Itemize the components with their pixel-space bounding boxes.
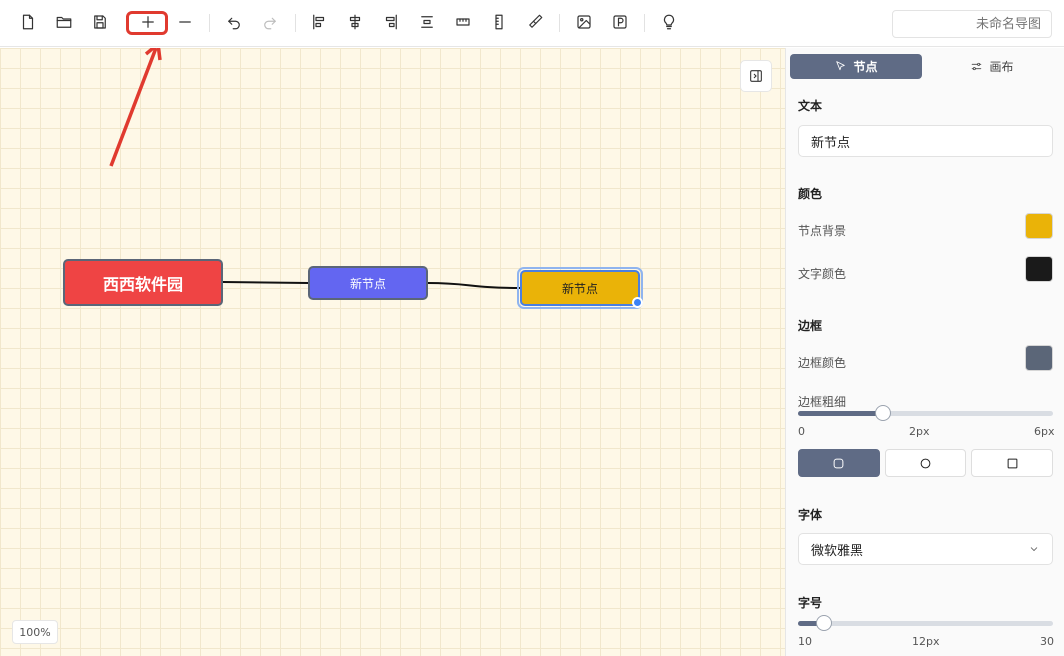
font-select-value: 微软雅黑 [811, 543, 864, 559]
sliders-icon [972, 62, 982, 71]
selected-node[interactable]: 新节点 [520, 270, 640, 306]
undo-icon[interactable] [220, 8, 248, 36]
text-color-swatch[interactable] [1025, 256, 1053, 282]
border-width-label: 边框粗细 [798, 395, 847, 409]
toggle-panel-icon[interactable] [740, 60, 772, 92]
align-center-icon[interactable] [341, 8, 369, 36]
open-folder-icon[interactable] [50, 8, 78, 36]
lightbulb-icon[interactable] [655, 8, 683, 36]
export-p-icon[interactable] [606, 8, 634, 36]
shape-circle-button[interactable] [884, 449, 967, 477]
font-size-min: 10 [798, 635, 812, 648]
border-width-value: 2px [909, 425, 930, 438]
tab-node[interactable]: 节点 [790, 54, 922, 79]
connector-line [222, 281, 309, 284]
shape-selector [798, 449, 1054, 477]
font-size-value: 12px [912, 635, 940, 648]
brush-icon[interactable] [521, 8, 549, 36]
square-icon [1007, 458, 1018, 468]
border-section-title: 边框 [798, 319, 823, 333]
font-select[interactable]: 微软雅黑 [798, 533, 1053, 565]
font-section-title: 字体 [798, 508, 823, 522]
child-node[interactable]: 新节点 [308, 266, 428, 300]
align-right-icon[interactable] [377, 8, 405, 36]
divider [644, 14, 645, 32]
shape-rounded-button[interactable] [798, 449, 880, 477]
node-bg-label: 节点背景 [798, 224, 847, 238]
rounded-rect-icon [833, 458, 844, 468]
slider-fill [798, 411, 883, 416]
panel-tabs: 节点 画布 [790, 54, 1058, 80]
properties-panel: 节点 画布 文本 新节点 颜色 节点背景 文字颜色 边框 边框颜色 边框粗细 0… [785, 48, 1064, 656]
save-icon[interactable] [86, 8, 114, 36]
font-size-max: 30 [1040, 635, 1054, 648]
divider [295, 14, 296, 32]
new-file-icon[interactable] [14, 8, 42, 36]
tab-node-label: 节点 [853, 60, 878, 74]
minus-icon[interactable] [171, 8, 199, 36]
annotation-arrow [109, 48, 158, 167]
mindmap-title-input[interactable] [892, 10, 1052, 38]
mindmap-canvas[interactable]: 西西软件园 新节点 新节点 100% [0, 48, 785, 656]
border-width-min: 0 [798, 425, 805, 438]
connector-lines [109, 48, 521, 289]
slider-thumb[interactable] [815, 615, 832, 631]
image-icon[interactable] [570, 8, 598, 36]
ruler-icon[interactable] [485, 8, 513, 36]
tab-canvas-label: 画布 [989, 60, 1014, 74]
border-color-swatch[interactable] [1025, 345, 1053, 371]
toolbar [0, 0, 1064, 47]
node-bg-swatch[interactable] [1025, 213, 1053, 239]
cursor-icon [836, 61, 846, 71]
font-size-section-title: 字号 [798, 596, 823, 610]
distribute-horizontal-icon[interactable] [449, 8, 477, 36]
redo-icon[interactable] [256, 8, 284, 36]
divider [209, 14, 210, 32]
node-text-input[interactable]: 新节点 [798, 125, 1053, 157]
zoom-level[interactable]: 100% [12, 620, 58, 644]
tab-canvas[interactable]: 画布 [926, 54, 1058, 79]
root-node[interactable]: 西西软件园 [63, 259, 223, 306]
font-size-slider[interactable] [798, 615, 1053, 631]
border-width-slider[interactable] [798, 405, 1053, 421]
text-color-label: 文字颜色 [798, 267, 847, 281]
border-width-max: 6px [1034, 425, 1055, 438]
divider [559, 14, 560, 32]
color-section-title: 颜色 [798, 187, 823, 201]
circle-icon [920, 458, 931, 468]
chevron-down-icon [1028, 543, 1040, 555]
distribute-vertical-icon[interactable] [413, 8, 441, 36]
resize-handle[interactable] [632, 297, 643, 308]
plus-icon[interactable] [134, 8, 162, 36]
slider-thumb[interactable] [875, 405, 891, 421]
shape-square-button[interactable] [971, 449, 1054, 477]
border-color-label: 边框颜色 [798, 356, 847, 370]
align-left-icon[interactable] [305, 8, 333, 36]
connector-line [427, 282, 521, 289]
text-section-title: 文本 [798, 99, 823, 113]
